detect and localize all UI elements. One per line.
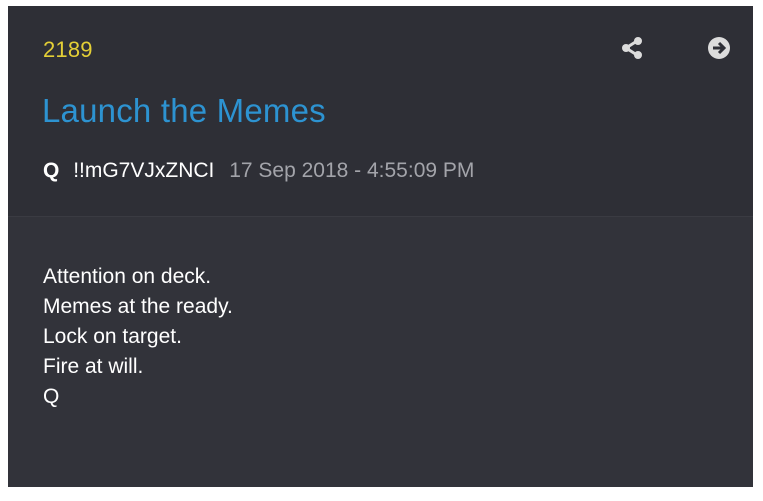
post-line: Attention on deck.: [43, 265, 212, 288]
share-icon[interactable]: [620, 36, 644, 60]
post-line: Memes at the ready.: [43, 295, 233, 318]
post-header: 2189 Launch the Memes Q !!mG7VJxZNCI 17 …: [8, 6, 753, 217]
post-card: 2189 Launch the Memes Q !!mG7VJxZNCI 17 …: [8, 6, 753, 487]
post-timestamp: 17 Sep 2018 - 4:55:09 PM: [229, 159, 475, 182]
post-line: Lock on target.: [43, 325, 182, 348]
author-tripcode: !!mG7VJxZNCI: [73, 159, 215, 182]
arrow-circle-right-icon[interactable]: [707, 36, 731, 60]
post-signature: Q: [43, 385, 60, 408]
post-line: Fire at will.: [43, 355, 144, 378]
post-number[interactable]: 2189: [43, 37, 93, 63]
author-name: Q: [43, 159, 60, 182]
post-body: Attention on deck. Memes at the ready. L…: [43, 262, 233, 412]
post-title[interactable]: Launch the Memes: [42, 92, 326, 130]
post-meta: Q !!mG7VJxZNCI 17 Sep 2018 - 4:55:09 PM: [43, 159, 474, 183]
